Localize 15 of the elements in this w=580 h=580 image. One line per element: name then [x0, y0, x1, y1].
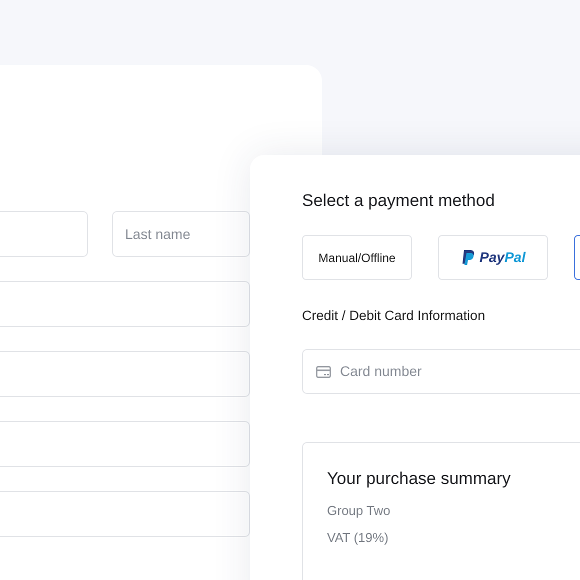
summary-title: Your purchase summary: [327, 468, 512, 489]
section-title: Select a payment method: [302, 191, 496, 212]
summary-line: Group Two: [327, 502, 392, 520]
input-field[interactable]: [0, 421, 250, 467]
credit-card-icon: [316, 366, 331, 378]
payment-option[interactable]: PayPal: [438, 235, 548, 280]
paypal-logo-icon: [460, 250, 475, 266]
input-field[interactable]: [0, 281, 250, 327]
input-field[interactable]: [0, 351, 250, 397]
input-field[interactable]: [0, 491, 250, 537]
input-field[interactable]: Last name: [112, 211, 250, 257]
summary-line: VAT (19%): [327, 530, 390, 547]
payment-option[interactable]: Manual/Offline: [302, 235, 412, 280]
card-number-field[interactable]: Card number: [302, 348, 580, 394]
section-heading: Credit / Debit Card Information: [302, 308, 486, 325]
